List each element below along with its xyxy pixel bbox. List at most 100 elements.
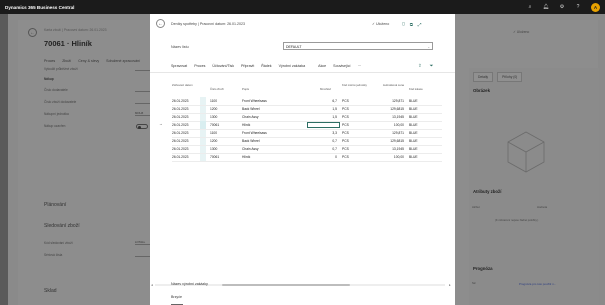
cell-uom[interactable]: PCS xyxy=(342,99,349,103)
cell-unit-cost[interactable]: 13,1945 xyxy=(372,115,404,119)
cell-item-no[interactable]: 1300 xyxy=(210,115,217,119)
action-batch[interactable]: Sdružené zpracování xyxy=(106,59,140,63)
cell-posting-date[interactable]: 26.01.2023 xyxy=(172,139,189,143)
forecast-link[interactable]: Prognóza pro toto použití n... xyxy=(519,282,556,286)
cell-description[interactable]: Front Wheelsass xyxy=(242,99,267,103)
table-row[interactable]: 26.01.2023 70061 Hliník 0 PCS 100,00 BLUE xyxy=(150,153,455,161)
col-uom[interactable]: Kód měrné jednotky xyxy=(342,83,367,87)
cell-quantity[interactable]: 0 xyxy=(300,155,337,159)
cell-item-no[interactable]: 70061 xyxy=(210,123,219,127)
cell-item-no[interactable]: 1300 xyxy=(210,147,217,151)
cell-quantity[interactable]: 0,7 xyxy=(300,139,337,143)
action-related[interactable]: Související xyxy=(333,64,350,68)
chevron-down-icon[interactable]: ⌄ xyxy=(427,45,430,49)
section-planning[interactable]: Plánování xyxy=(44,202,66,208)
action-prepare[interactable]: Připravit xyxy=(241,64,254,68)
cell-location[interactable]: BLUE xyxy=(409,107,418,111)
table-row[interactable]: 26.01.2023 1200 Back Wheel 0,7 PCS 129,6815 BL… xyxy=(150,137,455,145)
cell-posting-date[interactable]: 26.01.2023 xyxy=(172,115,189,119)
table-row[interactable]: 26.01.2023 1100 Front Wheelsass 6,7 PCS 129,8… xyxy=(150,97,455,105)
cell-uom[interactable]: PCS xyxy=(342,139,349,143)
section-warehouse[interactable]: Sklad xyxy=(44,288,57,294)
cell-description[interactable]: Front Wheelsass xyxy=(242,131,267,135)
action-proces[interactable]: Proces xyxy=(44,59,55,63)
col-quantity[interactable]: Množství xyxy=(320,87,331,91)
action-posting[interactable]: Účtování/Tisk xyxy=(212,64,234,68)
cell-unit-cost[interactable]: 129,6815 xyxy=(372,139,404,143)
section-tracking[interactable]: Sledování zboží xyxy=(44,223,80,229)
action-process[interactable]: Proces xyxy=(194,64,205,68)
col-description[interactable]: Popis xyxy=(242,87,249,91)
table-row[interactable]: 26.01.2023 1100 Front Wheelsass 3,3 PCS 129,8… xyxy=(150,129,455,137)
cell-uom[interactable]: PCS xyxy=(342,107,349,111)
col-unit-cost[interactable]: Jednotková cena xyxy=(380,83,404,87)
cell-location[interactable]: BLUE xyxy=(409,147,418,151)
col-location[interactable]: Kód lokace xyxy=(409,87,423,91)
cell-uom[interactable]: PCS xyxy=(342,131,349,135)
back-arrow-icon[interactable]: ← xyxy=(156,19,165,28)
cell-description[interactable]: Chain Assy xyxy=(242,147,259,151)
cell-quantity[interactable]: 0,7 xyxy=(300,147,337,151)
cell-location[interactable]: BLUE xyxy=(409,123,418,127)
back-arrow-icon[interactable]: ← xyxy=(28,28,37,37)
cell-unit-cost[interactable]: 100,00 xyxy=(372,155,404,159)
quantity-edit-input[interactable] xyxy=(307,121,340,128)
action-item[interactable]: Zboží xyxy=(62,59,71,63)
action-manage[interactable]: Spravovat xyxy=(171,64,187,68)
cell-uom[interactable]: PCS xyxy=(342,123,349,127)
scroll-left-icon[interactable]: ◂ xyxy=(151,283,153,287)
filter-icon[interactable]: ⏷ xyxy=(430,63,434,69)
cell-posting-date[interactable]: 26.01.2023 xyxy=(172,123,189,127)
action-prod-order[interactable]: Výrobní zakázka xyxy=(279,64,306,68)
cell-description[interactable]: Hliník xyxy=(242,155,250,159)
attributes-title[interactable]: Atributy zboží xyxy=(473,189,501,194)
scroll-right-icon[interactable]: ▸ xyxy=(449,283,451,287)
cell-item-no[interactable]: 1200 xyxy=(210,107,217,111)
cell-unit-cost[interactable]: 100,00 xyxy=(372,123,404,127)
cell-location[interactable]: BLUE xyxy=(409,99,418,103)
purchase-blocked-toggle[interactable] xyxy=(136,124,148,129)
action-actions[interactable]: Akce xyxy=(318,64,326,68)
col-posting-date[interactable]: Zúčtovací datum xyxy=(172,83,194,87)
cell-item-no[interactable]: 1100 xyxy=(210,99,217,103)
scrollbar-thumb[interactable] xyxy=(222,283,350,286)
cell-description[interactable]: Hliník xyxy=(242,123,250,127)
cell-uom[interactable]: PCS xyxy=(342,147,349,151)
cell-uom[interactable]: PCS xyxy=(342,115,349,119)
cell-item-no[interactable]: 1100 xyxy=(210,131,217,135)
tab-details[interactable]: Detaily xyxy=(473,72,494,82)
action-prices[interactable]: Ceny & slevy xyxy=(78,59,99,63)
cell-description[interactable]: Back Wheel xyxy=(242,107,260,111)
bookmark-icon[interactable]: ▯ xyxy=(402,21,404,27)
cell-quantity[interactable]: 1,5 xyxy=(300,107,337,111)
cell-posting-date[interactable]: 26.01.2023 xyxy=(172,107,189,111)
table-row[interactable]: 26.01.2023 1300 Chain Assy 1,5 PCS 13,1945 BLU… xyxy=(150,113,455,121)
table-row[interactable]: 26.01.2023 1300 Chain Assy 0,7 PCS 13,1945 BLU… xyxy=(150,145,455,153)
cell-location[interactable]: BLUE xyxy=(409,139,418,143)
action-line[interactable]: Řádek xyxy=(261,64,271,68)
picture-title[interactable]: Obrázek xyxy=(473,88,490,93)
bell-icon[interactable]: 🔔︎ xyxy=(543,4,549,10)
cell-unit-cost[interactable]: 129,6815 xyxy=(372,107,404,111)
cell-posting-date[interactable]: 26.01.2023 xyxy=(172,131,189,135)
cell-location[interactable]: BLUE xyxy=(409,131,418,135)
gear-icon[interactable]: ⚙ xyxy=(559,4,565,10)
cell-item-no[interactable]: 1200 xyxy=(210,139,217,143)
expand-icon[interactable]: ⤢ xyxy=(418,22,422,27)
cell-item-no[interactable]: 70061 xyxy=(210,155,219,159)
footer-link[interactable]: Brzyće xyxy=(171,295,182,299)
cell-unit-cost[interactable]: 13,1945 xyxy=(372,147,404,151)
cell-posting-date[interactable]: 26.01.2023 xyxy=(172,99,189,103)
forecast-title[interactable]: Prognóza xyxy=(473,266,493,271)
action-more[interactable]: ··· xyxy=(358,64,362,68)
cell-quantity[interactable]: 3,3 xyxy=(300,131,337,135)
cell-unit-cost[interactable]: 129,871 xyxy=(372,131,404,135)
cell-location[interactable]: BLUE xyxy=(409,115,418,119)
cell-unit-cost[interactable]: 129,871 xyxy=(372,99,404,103)
cell-quantity[interactable]: 6,7 xyxy=(300,99,337,103)
col-item-no[interactable]: Číslo zboží xyxy=(210,87,224,91)
table-row[interactable]: 26.01.2023 1200 Back Wheel 1,5 PCS 129,6815 BL… xyxy=(150,105,455,113)
cell-posting-date[interactable]: 26.01.2023 xyxy=(172,147,189,151)
table-row[interactable]: → 26.01.2023 70061 Hliník PCS 100,00 BLUE xyxy=(150,121,455,129)
cell-description[interactable]: Back Wheel xyxy=(242,139,260,143)
